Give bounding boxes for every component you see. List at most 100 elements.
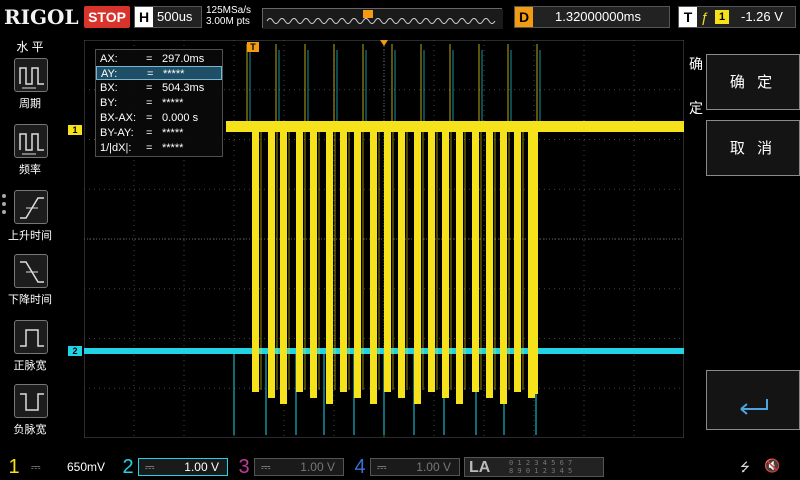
ch2-scale-box: ⎓ 1.00 V bbox=[138, 458, 228, 476]
dc-coupling-icon: ⎓ bbox=[31, 460, 41, 474]
period-icon bbox=[14, 58, 48, 92]
ch1-pulse bbox=[456, 132, 463, 404]
cursor-row-bx: BX: = 504.3ms bbox=[100, 82, 205, 94]
dc-coupling-icon: ⎓ bbox=[261, 460, 271, 474]
fall-time-label: 下降时间 bbox=[8, 294, 52, 306]
logic-analyzer-box[interactable]: LA 0 1 2 3 4 5 6 7 8 9 0 1 2 3 4 5 bbox=[464, 457, 604, 477]
confirm-button[interactable]: 确 定 bbox=[706, 54, 800, 110]
trigger-label: T bbox=[679, 7, 697, 27]
enter-button[interactable] bbox=[706, 370, 800, 430]
ch4-number: 4 bbox=[354, 456, 366, 478]
usb-icon: ⭍ bbox=[740, 460, 750, 474]
ch1-scale-box: ⎓ 650mV bbox=[24, 458, 114, 476]
ch2-offset-marker[interactable]: 2 bbox=[68, 346, 82, 356]
ch1-pulse bbox=[326, 132, 333, 404]
ch4-tab[interactable]: 4 ⎓ 1.00 V bbox=[350, 454, 462, 480]
enter-return-icon bbox=[740, 399, 768, 415]
ch1-pulse bbox=[486, 132, 493, 398]
delay-label: D bbox=[515, 7, 533, 27]
ch4-scale-box: ⎓ 1.00 V bbox=[370, 458, 460, 476]
top-status-bar: RIGOL STOP H 500us 125MSa/s 3.00M pts D … bbox=[0, 0, 800, 34]
rigol-logo: RIGOL bbox=[4, 5, 79, 29]
timebase-value: 500us bbox=[157, 9, 193, 24]
cursor-row-bx-ax: BX-AX: = 0.000 s bbox=[100, 112, 199, 124]
ch3-tab[interactable]: 3 ⎓ 1.00 V bbox=[234, 454, 346, 480]
horizontal-label: H bbox=[135, 7, 153, 27]
left-measure-menu: 水 平 周期 频率 上升时间 下降时间 正脉宽 负脉宽 bbox=[0, 34, 60, 444]
ch1-scale: 650mV bbox=[66, 460, 105, 474]
trigger-level: -1.26 V bbox=[741, 9, 783, 24]
trigger-source: 1 bbox=[715, 10, 729, 24]
ch2-tab[interactable]: 2 ⎓ 1.00 V bbox=[118, 454, 230, 480]
delay-box[interactable]: D 1.32000000ms bbox=[514, 6, 670, 28]
ch1-pulse bbox=[340, 132, 347, 392]
ch3-scale: 1.00 V bbox=[300, 460, 335, 474]
ch1-pulse bbox=[296, 132, 303, 392]
ch3-number: 3 bbox=[238, 456, 250, 478]
rise-time-label: 上升时间 bbox=[8, 230, 52, 242]
ch3-scale-box: ⎓ 1.00 V bbox=[254, 458, 344, 476]
ch1-pulse bbox=[384, 132, 391, 392]
measure-period[interactable]: 周期 bbox=[2, 58, 58, 118]
ch4-scale: 1.00 V bbox=[416, 460, 451, 474]
ch1-pulse bbox=[370, 132, 377, 404]
ch1-last-pulse bbox=[530, 132, 538, 394]
frequency-label: 频率 bbox=[19, 164, 41, 176]
right-menu-title: 确定 bbox=[689, 56, 703, 116]
measure-frequency[interactable]: 频率 bbox=[2, 124, 58, 184]
memory-overview-strip[interactable] bbox=[262, 8, 503, 29]
left-menu-title: 水 平 bbox=[16, 40, 44, 54]
ch1-pulse bbox=[442, 132, 449, 398]
negative-width-label: 负脉宽 bbox=[13, 424, 47, 436]
cursor-a-marker[interactable]: T bbox=[247, 42, 259, 52]
channel-status-bar: 1 ⎓ 650mV 2 ⎓ 1.00 V 3 ⎓ 1.00 V 4 ⎓ 1.00… bbox=[0, 454, 800, 480]
horizontal-timebase-box[interactable]: H 500us bbox=[134, 6, 202, 28]
ch1-tab[interactable]: 1 ⎓ 650mV bbox=[4, 454, 116, 480]
ch1-pulse bbox=[398, 132, 405, 398]
measure-negative-width[interactable]: 负脉宽 bbox=[2, 384, 58, 444]
period-label: 周期 bbox=[19, 98, 41, 110]
rising-edge-icon: ƒ bbox=[701, 9, 709, 25]
rise-time-icon bbox=[14, 190, 48, 224]
cursor-readout-panel: AX: = 297.0ms AY: = ***** BX: = 504.3ms BY: = **… bbox=[95, 49, 223, 157]
positive-width-label: 正脉宽 bbox=[13, 360, 47, 372]
dc-coupling-icon: ⎓ bbox=[145, 460, 155, 474]
positive-width-icon bbox=[14, 320, 48, 354]
ch1-pulse bbox=[500, 132, 507, 404]
ch1-offset-marker[interactable]: 1 bbox=[68, 125, 82, 135]
cursor-row-ay[interactable]: AY: = ***** bbox=[96, 66, 222, 80]
run-stop-indicator[interactable]: STOP bbox=[84, 6, 130, 28]
cursor-row-by: BY: = ***** bbox=[100, 97, 184, 109]
ch1-pulse bbox=[280, 132, 287, 404]
negative-width-icon bbox=[14, 384, 48, 418]
ch1-pulse bbox=[472, 132, 479, 392]
cursor-row-by-ay: BY-AY: = ***** bbox=[100, 127, 184, 139]
dc-coupling-icon: ⎓ bbox=[377, 460, 387, 474]
memory-trigger-marker bbox=[363, 10, 373, 18]
la-channel-grid: 0 1 2 3 4 5 6 7 8 9 0 1 2 3 4 5 bbox=[509, 459, 573, 475]
right-softkey-menu: 确定 确 定 取 消 bbox=[686, 34, 800, 444]
trigger-box[interactable]: T ƒ 1 -1.26 V bbox=[678, 6, 796, 28]
cursor-row-ax: AX: = 297.0ms bbox=[100, 53, 205, 65]
cancel-button[interactable]: 取 消 bbox=[706, 120, 800, 176]
delay-value: 1.32000000ms bbox=[555, 9, 642, 24]
sample-rate: 125MSa/s bbox=[206, 5, 252, 16]
ch2-number: 2 bbox=[122, 456, 134, 478]
measure-rise-time[interactable]: 上升时间 bbox=[2, 190, 58, 250]
frequency-icon bbox=[14, 124, 48, 158]
ch1-pulse bbox=[428, 132, 435, 392]
speaker-mute-icon[interactable]: 🔇 bbox=[764, 458, 780, 474]
memory-depth: 3.00M pts bbox=[206, 16, 250, 27]
measure-positive-width[interactable]: 正脉宽 bbox=[2, 320, 58, 380]
ch1-pulse bbox=[354, 132, 361, 398]
measure-fall-time[interactable]: 下降时间 bbox=[2, 254, 58, 314]
fall-time-icon bbox=[14, 254, 48, 288]
ch1-pulse bbox=[414, 132, 421, 404]
memory-overview-waveform bbox=[263, 9, 503, 29]
ch1-pulse bbox=[310, 132, 317, 398]
ch1-number: 1 bbox=[8, 456, 20, 478]
acquisition-info: 125MSa/s 3.00M pts bbox=[206, 5, 262, 27]
la-label: LA bbox=[469, 459, 491, 476]
ch1-pulse bbox=[268, 132, 275, 398]
ch2-scale: 1.00 V bbox=[184, 460, 219, 474]
